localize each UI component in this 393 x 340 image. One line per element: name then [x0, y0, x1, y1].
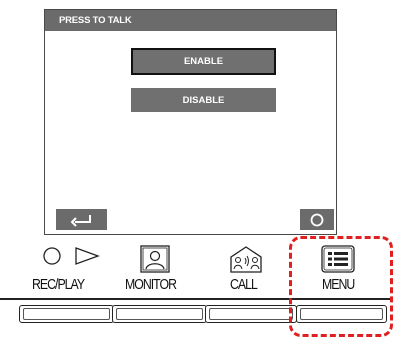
rec-play-label: REC/PLAY: [32, 276, 85, 293]
disable-option[interactable]: DISABLE: [131, 88, 276, 112]
ok-button[interactable]: [300, 209, 334, 230]
call-icon: [230, 246, 262, 273]
call-button[interactable]: [205, 305, 297, 323]
enable-option[interactable]: ENABLE: [131, 48, 276, 75]
screen-title: PRESS TO TALK: [45, 10, 336, 31]
lcd-screen: PRESS TO TALK ENABLE DISABLE: [44, 9, 337, 235]
rec-play-button[interactable]: [19, 305, 114, 323]
monitor-button[interactable]: [112, 305, 207, 323]
menu-highlight: [289, 236, 393, 337]
monitor-icon: [140, 245, 170, 273]
record-play-icon: [43, 247, 100, 265]
return-arrow-icon: [70, 214, 91, 227]
circle-icon: [310, 213, 324, 226]
monitor-label: MONITOR: [125, 276, 177, 293]
call-label: CALL: [230, 276, 258, 293]
back-button[interactable]: [56, 209, 107, 230]
